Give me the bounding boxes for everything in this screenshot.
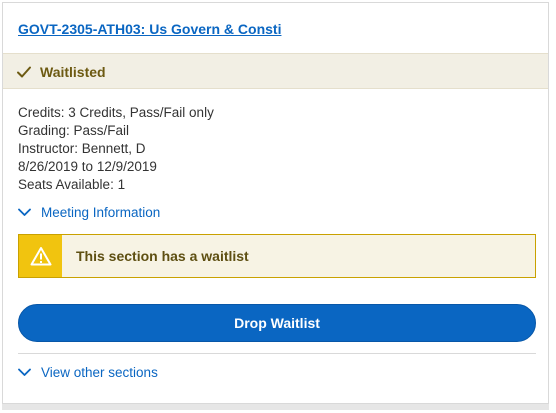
- course-title-link[interactable]: GOVT-2305-ATH03: Us Govern & Consti: [18, 21, 281, 37]
- alert-message: This section has a waitlist: [76, 248, 249, 264]
- view-other-sections-label: View other sections: [41, 365, 158, 380]
- alert-icon-box: [19, 235, 62, 277]
- meeting-information-toggle[interactable]: Meeting Information: [18, 205, 160, 220]
- instructor-text: Instructor: Bennett, D: [18, 141, 146, 156]
- credits-text: Credits: 3 Credits, Pass/Fail only: [18, 105, 214, 120]
- waitlist-alert: This section has a waitlist: [18, 234, 536, 278]
- meeting-information-label: Meeting Information: [41, 205, 161, 220]
- chevron-down-icon: [18, 368, 31, 376]
- view-other-sections-toggle[interactable]: View other sections: [18, 365, 158, 380]
- section-card: GOVT-2305-ATH03: Us Govern & Consti Wait…: [2, 2, 549, 404]
- grading-text: Grading: Pass/Fail: [18, 123, 130, 138]
- seats-text: Seats Available: 1: [18, 177, 126, 192]
- divider: [18, 353, 536, 354]
- drop-waitlist-button[interactable]: Drop Waitlist: [18, 304, 536, 342]
- warning-icon: [30, 247, 51, 266]
- status-bar: Waitlisted: [3, 53, 548, 89]
- section-details: Credits: 3 Credits, Pass/Fail only Gradi…: [18, 104, 214, 194]
- card-shadow: [2, 404, 549, 410]
- chevron-down-icon: [18, 208, 31, 216]
- check-icon: [17, 66, 31, 78]
- dates-text: 8/26/2019 to 12/9/2019: [18, 159, 157, 174]
- status-label: Waitlisted: [40, 64, 106, 80]
